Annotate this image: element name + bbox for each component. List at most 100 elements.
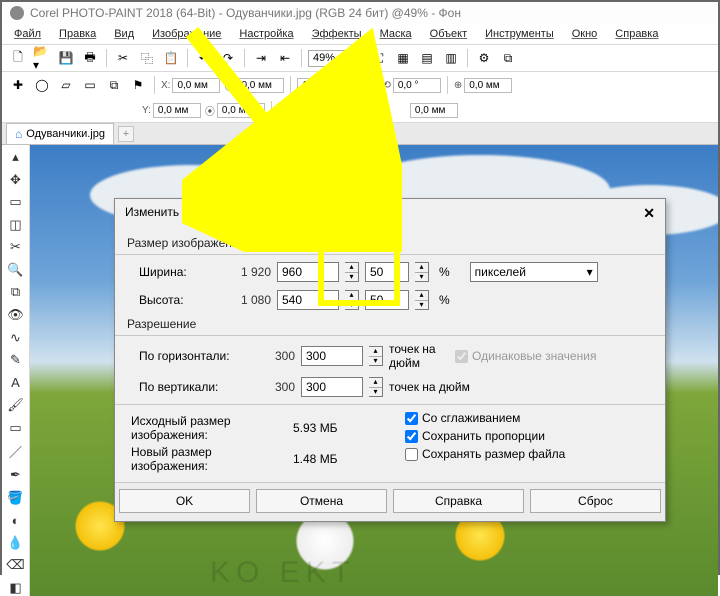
new-icon[interactable]: 🗋 <box>8 48 28 68</box>
effect-tool-icon[interactable]: ✎ <box>6 352 26 369</box>
transparency-tool-icon[interactable]: ◐ <box>6 512 26 529</box>
app-icon <box>10 6 24 20</box>
ellipse-icon[interactable]: ◯ <box>32 75 52 95</box>
tab-add[interactable]: + <box>118 126 134 142</box>
mask-rect-icon[interactable]: ▭ <box>6 194 26 211</box>
paint-tool-icon[interactable]: 🖌 <box>6 397 26 414</box>
close-icon[interactable]: ✕ <box>643 205 655 222</box>
prop-cy[interactable]: 0,0 мм <box>410 103 458 118</box>
guides-icon[interactable]: ▥ <box>441 48 461 68</box>
cut-icon[interactable]: ✂ <box>113 48 133 68</box>
height-label: Высота: <box>127 293 221 307</box>
reset-button[interactable]: Сброс <box>530 489 661 513</box>
grid-icon[interactable]: ▤ <box>417 48 437 68</box>
vres-spinner[interactable]: ▴▾ <box>369 377 383 397</box>
pick-tool-icon[interactable]: ▴ <box>6 149 26 166</box>
transform-tool-icon[interactable]: ✥ <box>6 172 26 189</box>
menu-edit[interactable]: Правка <box>53 26 102 42</box>
tab-document[interactable]: ⌂ Одуванчики.jpg <box>6 123 114 144</box>
import-icon[interactable]: ⇥ <box>251 48 271 68</box>
path-tool-icon[interactable]: ✒ <box>6 467 26 484</box>
erase-tool-icon[interactable]: ⌫ <box>6 557 26 574</box>
prop-sx[interactable]: 100 % <box>297 78 345 93</box>
prop-h[interactable]: 0,0 мм <box>217 103 265 118</box>
crop1-icon[interactable]: ▱ <box>56 75 76 95</box>
prop-x[interactable]: 0,0 мм <box>172 78 220 93</box>
menu-tools[interactable]: Инструменты <box>479 26 560 42</box>
pick-icon[interactable]: ✚ <box>8 75 28 95</box>
menu-mask[interactable]: Маска <box>374 26 418 42</box>
width-input[interactable]: 960 <box>277 262 339 282</box>
crop2-icon[interactable]: ▭ <box>80 75 100 95</box>
ok-button[interactable]: OK <box>119 489 250 513</box>
height-input[interactable]: 540 <box>277 290 339 310</box>
redo-icon[interactable]: ↷ <box>218 48 238 68</box>
rulers-icon[interactable]: ▦ <box>393 48 413 68</box>
prop-angle[interactable]: 0,0 ° <box>393 78 441 93</box>
rect-tool-icon[interactable]: ▭ <box>6 419 26 436</box>
width-percent-input[interactable]: 50 <box>365 262 409 282</box>
menu-object[interactable]: Объект <box>424 26 473 42</box>
toolbox: ▴ ✥ ▭ ◫ ✂ 🔍 ⧉ 👁 ∿ ✎ A 🖌 ▭ ／ ✒ 🪣 ◐ 💧 ⌫ ◧ <box>2 145 30 596</box>
prop-y[interactable]: 0,0 мм <box>153 103 201 118</box>
prop-cx[interactable]: 0,0 мм <box>464 78 512 93</box>
text-tool-icon[interactable]: A <box>6 374 26 391</box>
hres-input[interactable]: 300 <box>301 346 363 366</box>
mask-transform-icon[interactable]: ◫ <box>6 217 26 234</box>
prop-w[interactable]: 0,0 мм <box>236 78 284 93</box>
keep-filesize-check[interactable]: Сохранять размер файла <box>405 447 653 461</box>
vres-input[interactable]: 300 <box>301 377 363 397</box>
tab-label: Одуванчики.jpg <box>26 128 105 140</box>
crop3-icon[interactable]: ⧉ <box>104 75 124 95</box>
help-button[interactable]: Справка <box>393 489 524 513</box>
fullscreen-icon[interactable]: ⛶ <box>369 48 389 68</box>
menu-view[interactable]: Вид <box>108 26 140 42</box>
line-tool-icon[interactable]: ／ <box>6 442 26 461</box>
height-percent-spinner[interactable]: ▴▾ <box>415 290 429 310</box>
prop-sy[interactable]: 100 % <box>278 103 326 118</box>
width-percent-spinner[interactable]: ▴▾ <box>415 262 429 282</box>
liquid-tool-icon[interactable]: ∿ <box>6 329 26 346</box>
cancel-button[interactable]: Отмена <box>256 489 387 513</box>
width-original: 1 920 <box>227 265 271 279</box>
titlebar: Corel PHOTO-PAINT 2018 (64-Bit) - Одуван… <box>2 2 718 24</box>
eyedrop-tool-icon[interactable]: 💧 <box>6 535 26 552</box>
menu-effects[interactable]: Эффекты <box>306 26 368 42</box>
zoom-combo[interactable]: 49%▾ <box>308 50 356 67</box>
open-icon[interactable]: 📂▾ <box>32 48 52 68</box>
fill-tool-icon[interactable]: 🪣 <box>6 489 26 506</box>
save-icon[interactable]: 💾 <box>56 48 76 68</box>
shadow-tool-icon[interactable]: ◧ <box>6 580 26 596</box>
redeye-tool-icon[interactable]: 👁 <box>6 307 26 324</box>
launch-icon[interactable]: ⧉ <box>498 48 518 68</box>
copy-icon[interactable]: ⿻ <box>137 48 157 68</box>
flag-icon[interactable]: ⚑ <box>128 75 148 95</box>
menubar: Файл Правка Вид Изображение Настройка Эф… <box>2 24 718 45</box>
paste-icon[interactable]: 📋 <box>161 48 181 68</box>
unit-combo[interactable]: пикселей▾ <box>470 262 598 282</box>
hres-original: 300 <box>251 349 295 363</box>
lock-icon[interactable]: 🔒 <box>358 75 378 95</box>
options-icon[interactable]: ⚙ <box>474 48 494 68</box>
hres-spinner[interactable]: ▴▾ <box>369 346 383 366</box>
menu-adjust[interactable]: Настройка <box>233 26 299 42</box>
height-percent-input[interactable]: 50 <box>365 290 409 310</box>
menu-image[interactable]: Изображение <box>146 26 227 42</box>
export-icon[interactable]: ⇤ <box>275 48 295 68</box>
print-icon[interactable]: 🖶 <box>80 48 100 68</box>
resample-dialog: Изменить разрешение ✕ Размер изображения… <box>114 198 666 522</box>
menu-file[interactable]: Файл <box>8 26 47 42</box>
width-spinner[interactable]: ▴▾ <box>345 262 359 282</box>
undo-icon[interactable]: ↶ <box>194 48 214 68</box>
height-spinner[interactable]: ▴▾ <box>345 290 359 310</box>
crop-tool-icon[interactable]: ✂ <box>6 239 26 256</box>
clone-tool-icon[interactable]: ⧉ <box>6 284 26 301</box>
menu-help[interactable]: Справка <box>609 26 664 42</box>
zoom-tool-icon[interactable]: 🔍 <box>6 262 26 279</box>
dpi-label: точек на дюйм <box>389 342 449 370</box>
property-bar: ✚ ◯ ▱ ▭ ⧉ ⚑ X:0,0 мм ⦿0,0 мм 100 % 🔒 ⟲0,… <box>2 72 718 99</box>
keep-ratio-check[interactable]: Сохранить пропорции <box>405 429 653 443</box>
menu-window[interactable]: Окно <box>566 26 604 42</box>
percent-symbol-2: % <box>439 293 450 307</box>
antialias-check[interactable]: Со сглаживанием <box>405 411 653 425</box>
